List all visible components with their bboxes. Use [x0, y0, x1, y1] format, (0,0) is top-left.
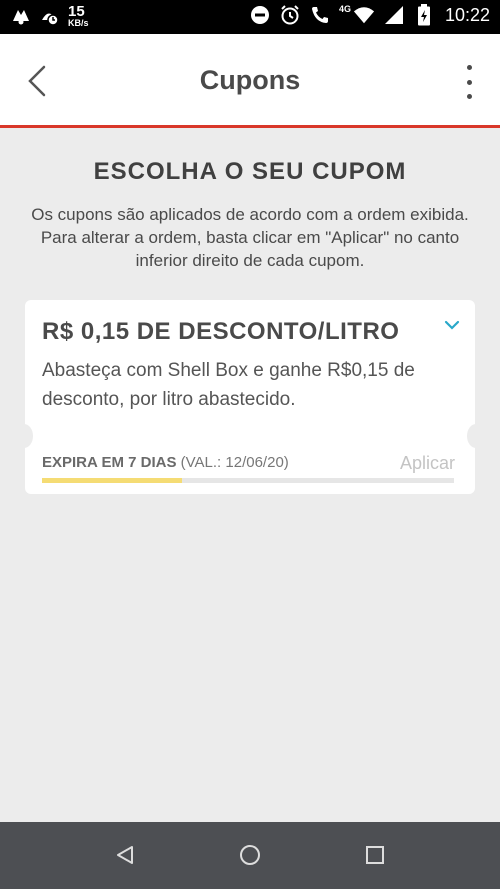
more-vert-icon-dot	[466, 79, 472, 85]
signal-icon	[383, 4, 405, 26]
more-options-button[interactable]	[462, 65, 476, 99]
expiry-label: EXPIRA EM 7 DIAS	[42, 454, 177, 471]
more-vert-icon	[466, 65, 472, 70]
network-speed-value: 15	[68, 3, 85, 20]
section-heading: ESCOLHA O SEU CUPOM	[93, 158, 407, 185]
validity-date: (VAL.: 12/06/20)	[180, 454, 289, 471]
network-type-label: 4G	[338, 4, 351, 14]
expiry-progress-bar	[42, 478, 454, 483]
network-speed-unit: KB/s	[68, 18, 89, 28]
battery-icon	[413, 4, 435, 26]
status-bar: 15 KB/s 4G 10:22	[0, 0, 500, 34]
nav-home-button[interactable]	[237, 842, 263, 868]
call-icon	[309, 4, 331, 26]
expiry-progress-fill	[42, 478, 183, 483]
alarm-icon	[279, 4, 301, 26]
apply-coupon-button[interactable]: Aplicar	[400, 453, 455, 474]
coupon-card[interactable]: R$ 0,15 DE DESCONTO/LITRO Abasteça com S…	[15, 300, 485, 494]
coupon-title: R$ 0,15 DE DESCONTO/LITRO	[42, 318, 400, 345]
page-title: Cupons	[199, 65, 301, 95]
app-bar: Cupons	[0, 34, 500, 128]
nav-recents-icon	[366, 846, 384, 864]
system-nav-bar	[0, 822, 500, 889]
wifi-icon	[353, 4, 375, 26]
card-notch-right	[467, 424, 485, 448]
section-description: Os cupons são aplicados de acordo com a …	[31, 205, 469, 270]
notification-icon	[38, 5, 60, 27]
nav-recents-button[interactable]	[362, 842, 388, 868]
notification-icon	[10, 5, 32, 27]
more-vert-icon-dot	[466, 94, 472, 99]
nav-home-icon	[240, 845, 260, 865]
chevron-down-icon[interactable]	[443, 318, 461, 332]
card-notch-left	[15, 424, 33, 448]
coupon-description: Abasteça com Shell Box e ganhe R$0,15 de…	[42, 360, 415, 410]
nav-back-button[interactable]	[112, 842, 138, 868]
status-clock: 10:22	[444, 4, 490, 25]
network-speed: 15 KB/s	[68, 4, 89, 28]
dnd-icon	[249, 4, 271, 26]
coupon-expiry: EXPIRA EM 7 DIAS (VAL.: 12/06/20)	[42, 454, 289, 471]
nav-back-icon	[117, 846, 133, 864]
